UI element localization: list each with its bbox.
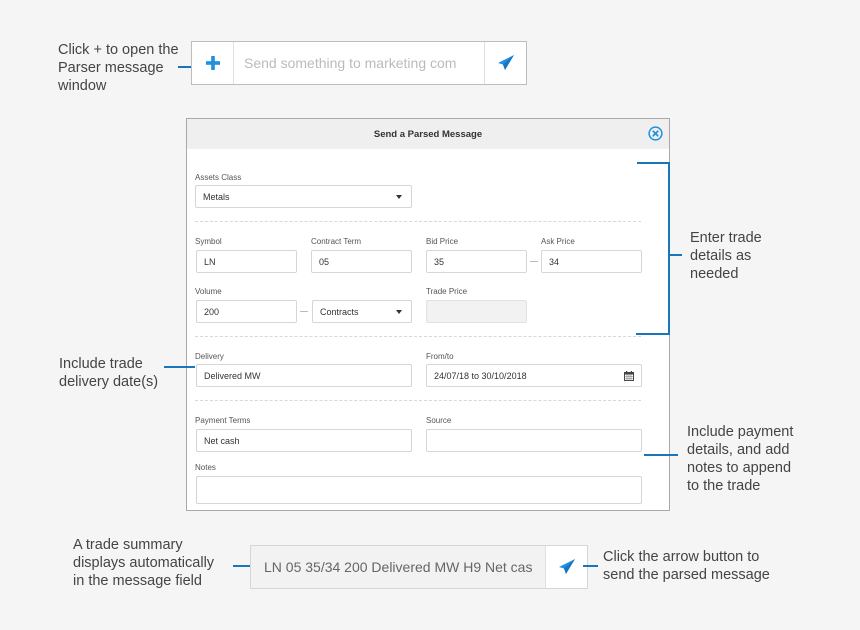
- open-parser-button[interactable]: [192, 42, 234, 84]
- paper-plane-icon: [497, 55, 514, 70]
- assets-class-label: Assets Class: [195, 173, 242, 182]
- callout-send: Click the arrow button to send the parse…: [603, 549, 770, 583]
- volume-label: Volume: [195, 287, 222, 296]
- dialog-title: Send a Parsed Message: [373, 128, 483, 140]
- symbol-input[interactable]: LN: [196, 250, 297, 273]
- callout-line-payment: [644, 454, 678, 456]
- send-button[interactable]: [484, 42, 526, 84]
- plus-icon: [205, 56, 220, 70]
- payment-terms-input[interactable]: Net cash: [196, 429, 412, 452]
- callout-bracket-vertical: [668, 162, 670, 335]
- volume-unit-select[interactable]: Contracts: [312, 300, 412, 323]
- message-bar: Send something to marketing com: [191, 41, 527, 85]
- notes-input[interactable]: [196, 476, 642, 504]
- trade-price-input[interactable]: [426, 300, 527, 323]
- callout-bracket-tick: [668, 254, 682, 256]
- delivery-label: Delivery: [195, 352, 224, 361]
- from-to-input[interactable]: 24/07/18 to 30/10/2018: [426, 364, 642, 387]
- price-separator: [530, 261, 538, 262]
- callout-trade-details: Enter trade details as needed: [690, 230, 762, 282]
- calendar-icon[interactable]: [624, 371, 634, 381]
- volume-separator: [300, 311, 308, 312]
- summary-message-field[interactable]: LN 05 35/34 200 Delivered MW H9 Net cas: [251, 546, 545, 588]
- callout-open-parser: Click + to open the Parser message windo…: [58, 42, 179, 94]
- source-label: Source: [426, 416, 452, 425]
- notes-label: Notes: [195, 463, 216, 472]
- bid-price-label: Bid Price: [426, 237, 459, 246]
- assets-class-select[interactable]: Metals: [195, 185, 412, 208]
- callout-payment: Include payment details, and add notes t…: [687, 424, 794, 494]
- divider: [195, 336, 641, 337]
- from-to-label: From/to: [426, 352, 454, 361]
- bid-price-input[interactable]: 35: [426, 250, 527, 273]
- callout-delivery: Include trade delivery date(s): [59, 356, 159, 390]
- callout-summary: A trade summary displays automatically i…: [73, 537, 215, 589]
- contract-term-label: Contract Term: [311, 237, 362, 246]
- callout-bracket-top: [637, 162, 670, 164]
- divider: [195, 221, 641, 222]
- summary-message-bar: LN 05 35/34 200 Delivered MW H9 Net cas: [250, 545, 588, 589]
- chevron-down-icon: [396, 195, 402, 199]
- source-input[interactable]: [426, 429, 642, 452]
- callout-line-delivery: [164, 366, 195, 368]
- callout-bracket-bottom: [636, 333, 670, 335]
- divider: [195, 400, 641, 401]
- trade-price-label: Trade Price: [426, 287, 468, 296]
- message-input[interactable]: Send something to marketing com: [234, 42, 484, 84]
- delivery-input[interactable]: Delivered MW: [196, 364, 412, 387]
- parsed-message-dialog: Send a Parsed Message Assets Class Metal…: [186, 118, 670, 511]
- send-parsed-button[interactable]: [545, 546, 587, 588]
- ask-price-input[interactable]: 34: [541, 250, 642, 273]
- paper-plane-icon: [558, 559, 575, 574]
- payment-terms-label: Payment Terms: [195, 416, 251, 425]
- contract-term-input[interactable]: 05: [311, 250, 412, 273]
- callout-line-send: [583, 565, 598, 567]
- dialog-header: Send a Parsed Message: [187, 119, 669, 149]
- volume-input[interactable]: 200: [196, 300, 297, 323]
- chevron-down-icon: [396, 310, 402, 314]
- ask-price-label: Ask Price: [541, 237, 575, 246]
- symbol-label: Symbol: [195, 237, 222, 246]
- close-circle-icon[interactable]: [648, 126, 663, 141]
